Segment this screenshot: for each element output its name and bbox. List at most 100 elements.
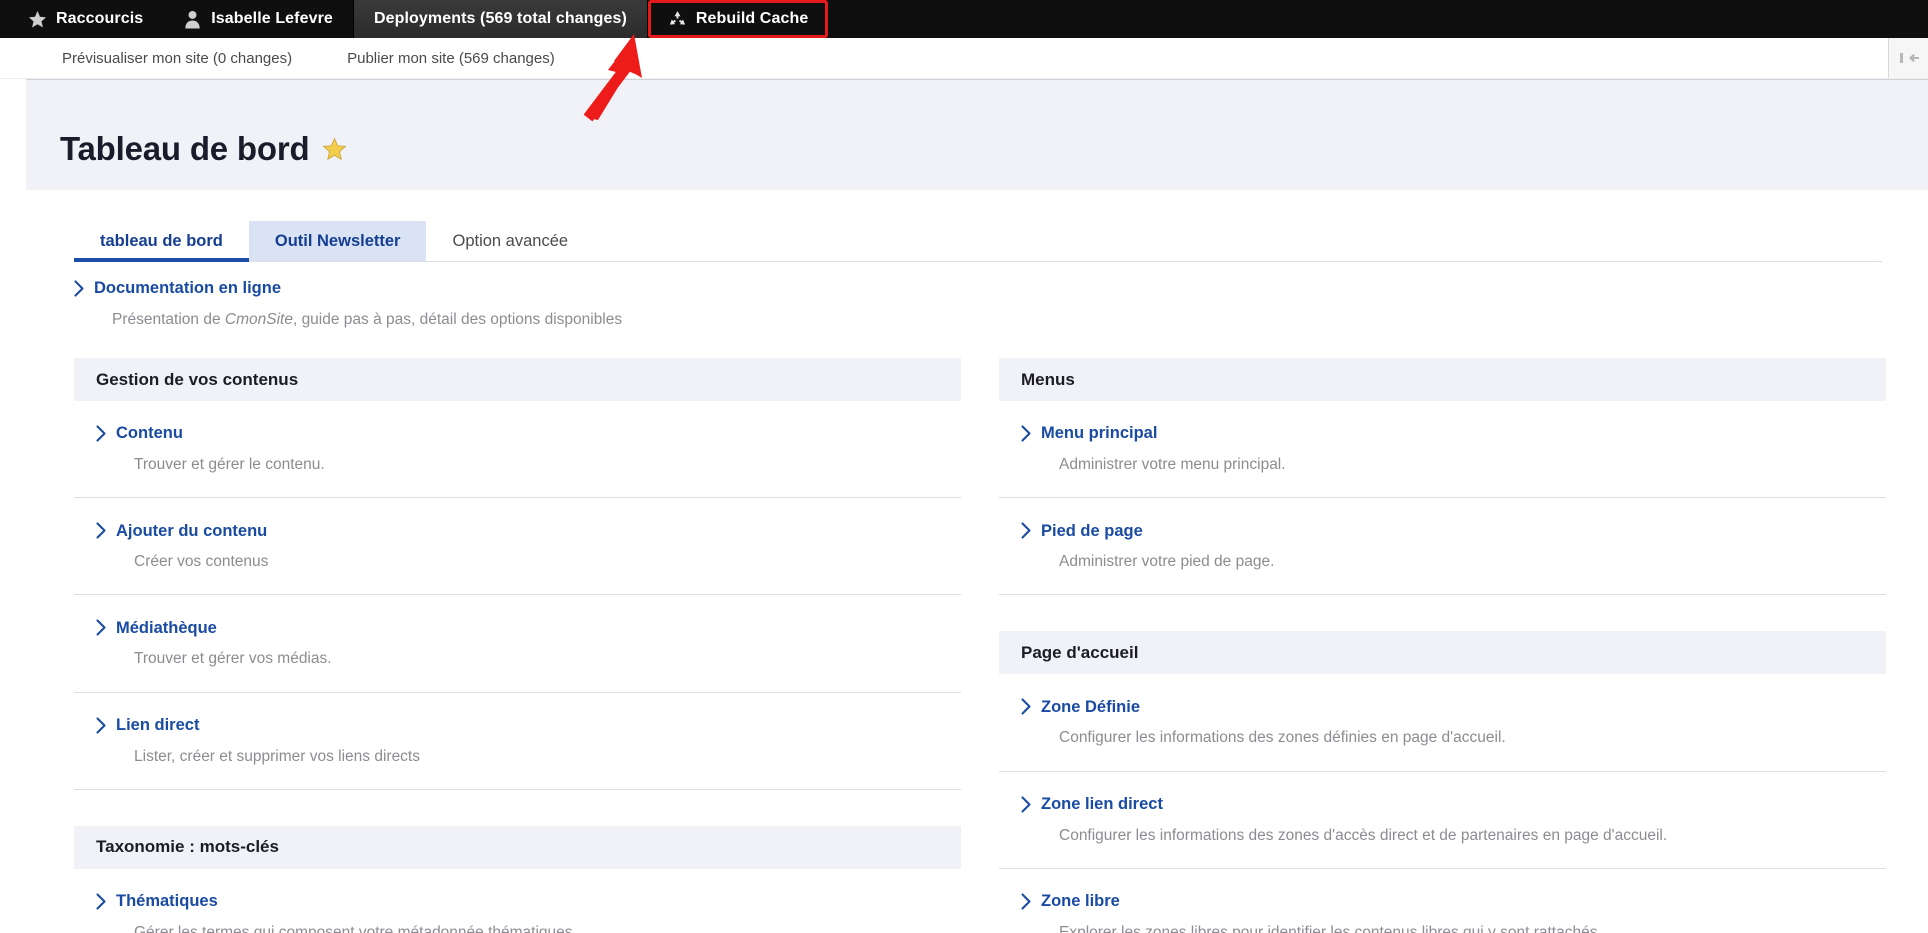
panel-body: Thématiques Gérer les termes qui compose… [74, 869, 961, 933]
chevron-right-icon [96, 717, 106, 734]
main-content: tableau de bord Outil Newsletter Option … [26, 190, 1928, 933]
toolbar-item-deployments[interactable]: Deployments (569 total changes) [352, 0, 648, 38]
desc-emphasis: CmonSite [224, 311, 293, 328]
chevron-right-icon [74, 280, 84, 297]
list-item: Pied de page Administrer votre pied de p… [999, 498, 1886, 596]
chevron-right-icon [96, 522, 106, 539]
documentation-link[interactable]: Documentation en ligne [74, 280, 1882, 297]
link-lien-direct[interactable]: Lien direct [96, 717, 961, 734]
chevron-right-icon [1021, 893, 1031, 910]
recycle-icon [668, 10, 687, 29]
link-ajouter-du-contenu[interactable]: Ajouter du contenu [96, 522, 961, 539]
toolbar-item-label: Rebuild Cache [695, 10, 809, 27]
documentation-description: Présentation de CmonSite, guide pas à pa… [112, 310, 1882, 330]
list-item: Contenu Trouver et gérer le contenu. [74, 401, 961, 499]
entry-description: Créer vos contenus [134, 553, 269, 571]
panel-gestion-contenus: Gestion de vos contenus Contenu Trouver … [74, 358, 961, 790]
left-column: Gestion de vos contenus Contenu Trouver … [74, 358, 961, 933]
star-icon [28, 10, 47, 29]
toolbar-item-label: Raccourcis [56, 10, 144, 27]
preview-site-link[interactable]: Prévisualiser mon site (0 changes) [62, 50, 292, 67]
panel-body: Contenu Trouver et gérer le contenu. Ajo… [74, 401, 961, 790]
chevron-right-icon [1021, 425, 1031, 442]
entry-description: Explorer les zones libres pour identifie… [1059, 923, 1602, 933]
entry-title-label: Ajouter du contenu [116, 521, 268, 540]
link-zone-libre[interactable]: Zone libre [1021, 893, 1886, 910]
tab-bar: tableau de bord Outil Newsletter Option … [74, 221, 1882, 262]
tab-option-avancee[interactable]: Option avancée [426, 221, 594, 261]
list-item: Thématiques Gérer les termes qui compose… [74, 869, 961, 933]
list-item: Zone lien direct Configurer les informat… [999, 772, 1886, 869]
entry-description: Gérer les termes qui composent votre mét… [134, 923, 577, 933]
entry-title-label: Zone Définie [1041, 697, 1141, 716]
entry-title-label: Pied de page [1041, 521, 1143, 540]
chevron-right-icon [1021, 796, 1031, 813]
admin-toolbar: Raccourcis Isabelle Lefevre Deployments … [0, 0, 1928, 38]
toolbar-item-rebuild-cache[interactable]: Rebuild Cache [647, 0, 829, 38]
link-zone-lien-direct[interactable]: Zone lien direct [1021, 796, 1886, 813]
dashboard-columns: Gestion de vos contenus Contenu Trouver … [74, 358, 1886, 933]
panel-body: Menu principal Administrer votre menu pr… [999, 401, 1886, 596]
entry-title-label: Zone lien direct [1041, 794, 1163, 813]
panel-body: Zone Définie Configurer les informations… [999, 674, 1886, 933]
tab-label: tableau de bord [100, 231, 223, 250]
chevron-right-icon [96, 425, 106, 442]
link-mediatheque[interactable]: Médiathèque [96, 619, 961, 636]
chevron-right-icon [96, 893, 106, 910]
panel-taxonomie: Taxonomie : mots-clés Thématiques Gérer … [74, 825, 961, 933]
list-item: Zone libre Explorer les zones libres pou… [999, 869, 1886, 933]
link-contenu[interactable]: Contenu [96, 425, 961, 442]
tab-label: Option avancée [452, 231, 569, 250]
user-icon [183, 10, 202, 29]
entry-title-label: Médiathèque [116, 618, 217, 637]
entry-description: Configurer les informations des zones dé… [1059, 729, 1506, 747]
toolbar-item-user[interactable]: Isabelle Lefevre [163, 0, 353, 38]
link-menu-principal[interactable]: Menu principal [1021, 425, 1886, 442]
entry-title-label: Menu principal [1041, 424, 1158, 443]
page-title: Tableau de bord [60, 130, 310, 167]
entry-title-label: Thématiques [116, 891, 218, 910]
page-header-band: Tableau de bord [26, 79, 1928, 190]
publish-site-link[interactable]: Publier mon site (569 changes) [347, 50, 555, 67]
right-column: Menus Menu principal Administrer votre m… [999, 358, 1886, 933]
panel-heading: Taxonomie : mots-clés [74, 825, 961, 869]
toolbar-tray: Prévisualiser mon site (0 changes) Publi… [0, 38, 1928, 78]
entry-title-label: Documentation en ligne [94, 279, 282, 298]
page-title-wrap: Tableau de bord [60, 130, 347, 168]
entry-title-label: Contenu [116, 424, 183, 443]
list-item: Ajouter du contenu Créer vos contenus [74, 498, 961, 596]
panel-heading: Gestion de vos contenus [74, 358, 961, 402]
list-item: Zone Définie Configurer les informations… [999, 674, 1886, 772]
panel-heading: Menus [999, 358, 1886, 402]
entry-title-label: Zone libre [1041, 891, 1120, 910]
tab-label: Outil Newsletter [274, 231, 401, 250]
link-zone-definie[interactable]: Zone Définie [1021, 698, 1886, 715]
tab-outil-newsletter[interactable]: Outil Newsletter [248, 221, 427, 261]
favorite-star-icon[interactable] [322, 137, 347, 162]
link-pied-de-page[interactable]: Pied de page [1021, 522, 1886, 539]
list-item: Lien direct Lister, créer et supprimer v… [74, 693, 961, 790]
desc-after: , guide pas à pas, détail des options di… [292, 311, 623, 328]
chevron-right-icon [96, 619, 106, 636]
panel-page-accueil: Page d'accueil Zone Définie Configurer l… [999, 631, 1886, 933]
toolbar-item-label: Deployments (569 total changes) [373, 10, 627, 27]
entry-description: Trouver et gérer le contenu. [134, 456, 325, 474]
entry-description: Configurer les informations des zones d'… [1059, 826, 1668, 844]
toolbar-item-raccourcis[interactable]: Raccourcis [0, 0, 163, 38]
tab-tableau-de-bord[interactable]: tableau de bord [74, 221, 249, 262]
entry-title-label: Lien direct [116, 715, 200, 734]
entry-description: Administrer votre pied de page. [1059, 553, 1275, 571]
list-item: Menu principal Administrer votre menu pr… [999, 401, 1886, 499]
chevron-right-icon [1021, 522, 1031, 539]
link-thematiques[interactable]: Thématiques [96, 893, 961, 910]
chevron-right-icon [1021, 698, 1031, 715]
list-item: Médiathèque Trouver et gérer vos médias. [74, 595, 961, 693]
panel-heading: Page d'accueil [999, 631, 1886, 675]
desc-before: Présentation de [112, 311, 225, 328]
toolbar-item-label: Isabelle Lefevre [211, 10, 333, 27]
entry-description: Trouver et gérer vos médias. [134, 650, 332, 668]
collapse-left-icon[interactable] [1888, 38, 1928, 78]
documentation-entry: Documentation en ligne Présentation de C… [74, 280, 1882, 330]
panel-menus: Menus Menu principal Administrer votre m… [999, 358, 1886, 596]
entry-description: Administrer votre menu principal. [1059, 456, 1286, 474]
